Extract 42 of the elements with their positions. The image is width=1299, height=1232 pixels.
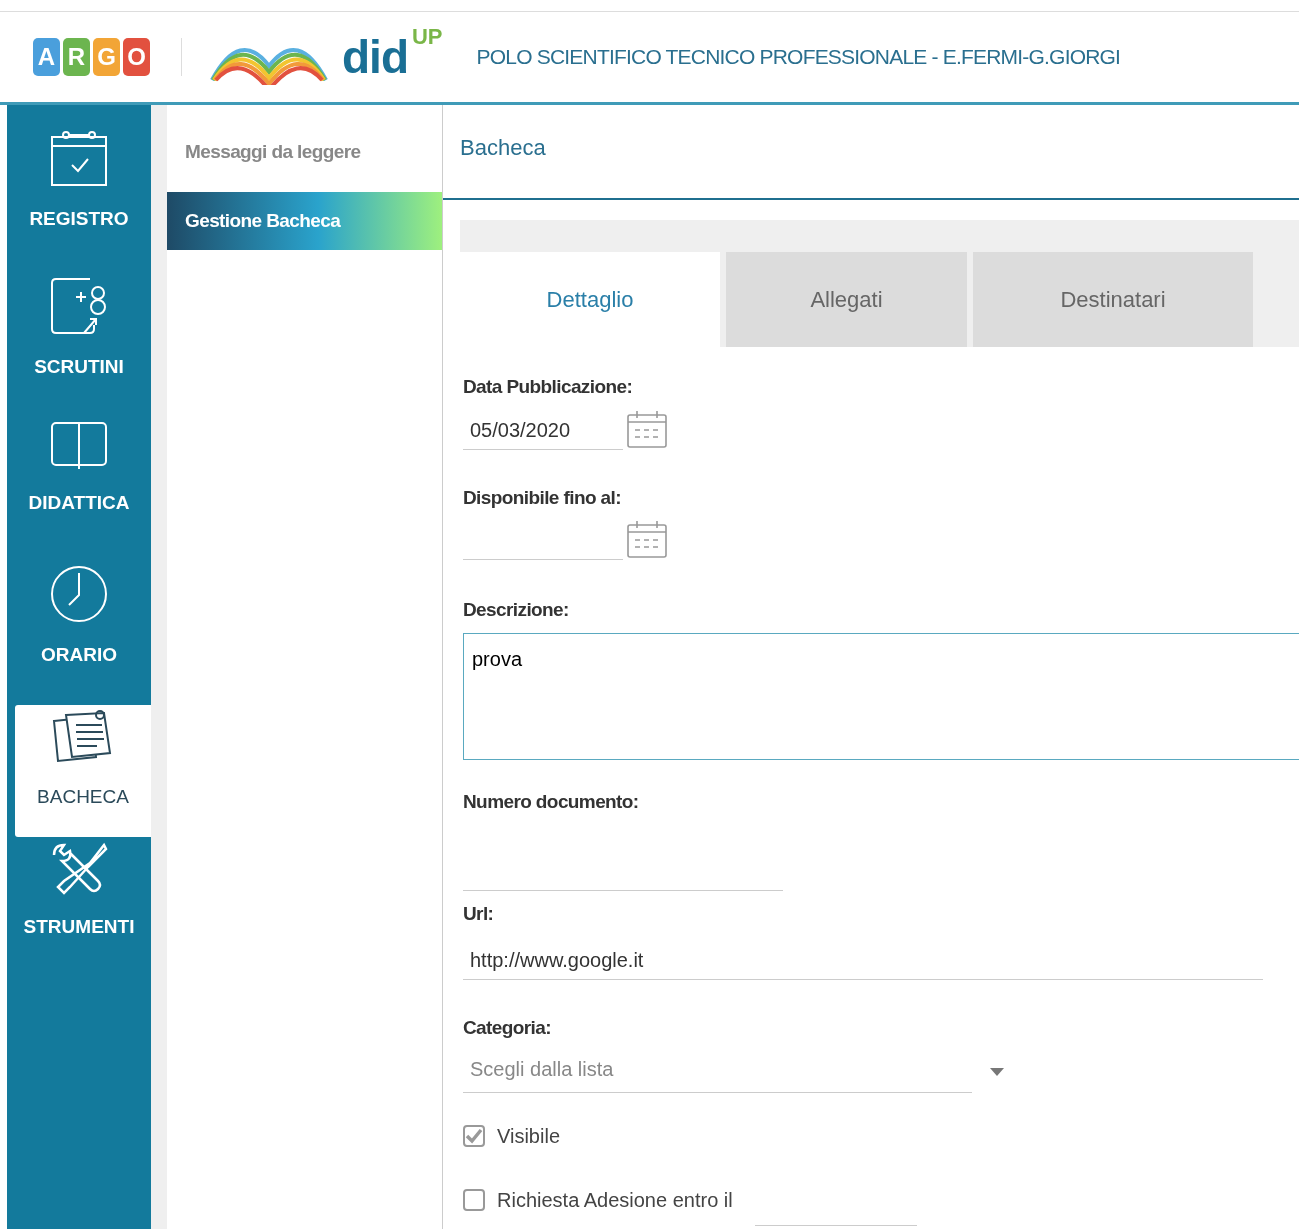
calendar-icon[interactable]	[627, 520, 667, 558]
field-label: Categoria:	[463, 1015, 552, 1040]
nav-item[interactable]: REGISTRO	[7, 125, 151, 273]
caret-icon[interactable]	[990, 1067, 1004, 1076]
calendar-icon	[50, 129, 108, 187]
checkbox[interactable]	[463, 1125, 485, 1147]
logo-letter: G	[93, 38, 120, 76]
submenu-item[interactable]: Messaggi da leggere	[167, 123, 442, 181]
logo-letter: A	[33, 38, 60, 76]
tools-icon	[50, 841, 108, 895]
checkbox[interactable]	[463, 1188, 485, 1211]
panel-title: Bacheca	[443, 105, 1299, 200]
tab[interactable]: Dettaglio	[460, 252, 720, 347]
tab[interactable]: Allegati	[726, 252, 967, 347]
checkbox-label: Visibile	[497, 1124, 560, 1149]
field-label: Url:	[463, 902, 495, 926]
logo-letter: O	[123, 38, 150, 76]
brand-name: did	[342, 34, 408, 80]
nav-item[interactable]: ORARIO	[7, 561, 151, 705]
checkbox-label: Richiesta Adesione entro il	[497, 1187, 733, 1213]
notice-board-icon	[52, 709, 114, 765]
field-label: Numero documento:	[463, 789, 640, 814]
calendar-icon[interactable]	[627, 409, 667, 448]
brand-superscript: UP	[412, 23, 443, 51]
field-label: Data Pubblicazione:	[463, 375, 634, 399]
description-field[interactable]: prova	[463, 632, 1299, 760]
tab[interactable]: Destinatari	[973, 252, 1253, 347]
nav-item[interactable]: SCRUTINI	[7, 273, 151, 417]
score-icon	[50, 277, 108, 335]
url-field[interactable]: http://www.google.it	[463, 940, 1263, 980]
field-label: Descrizione:	[463, 598, 570, 622]
nav-item[interactable]: DIDATTICA	[7, 417, 151, 561]
field-label: Disponibile fino al:	[463, 485, 622, 510]
nav-item[interactable]: BACHECA	[15, 705, 151, 837]
date-field[interactable]: 05/03/2020	[463, 410, 623, 450]
school-name: POLO SCIENTIFICO TECNICO PROFESSIONALE - E.FERMI-G.GIORGI	[476, 44, 1121, 71]
book-icon	[50, 421, 108, 471]
clock-icon	[50, 565, 108, 623]
submenu-item[interactable]: Gestione Bacheca	[167, 192, 442, 250]
nav-item[interactable]: STRUMENTI	[7, 837, 151, 981]
category-select[interactable]: Scegli dalla lista	[463, 1050, 972, 1093]
logo-letter: R	[63, 38, 90, 76]
